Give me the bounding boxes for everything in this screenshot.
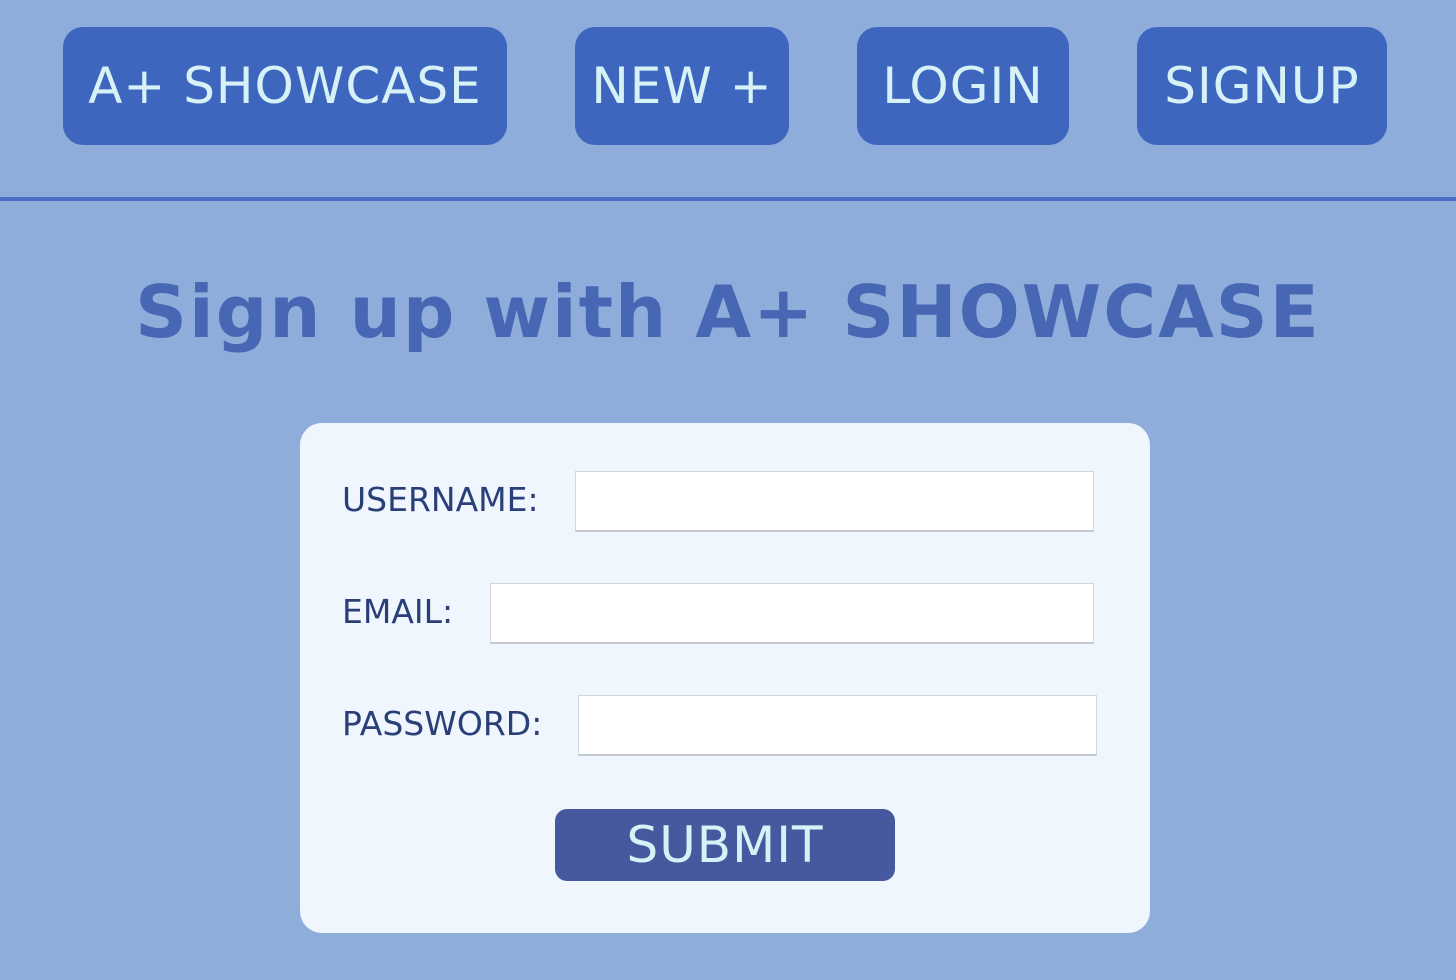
new-post-nav-button[interactable]: NEW + [575, 27, 789, 145]
home-nav-button[interactable]: A+ SHOWCASE [63, 27, 507, 145]
username-input[interactable] [575, 471, 1094, 532]
username-label: USERNAME: [342, 480, 539, 519]
submit-button[interactable]: SUBMIT [555, 809, 895, 881]
password-input[interactable] [578, 695, 1097, 756]
page-title: Sign up with A+ SHOWCASE [135, 270, 1321, 354]
nav-divider [0, 197, 1456, 201]
login-nav-button[interactable]: LOGIN [857, 27, 1069, 145]
email-input[interactable] [490, 583, 1094, 644]
signup-form: USERNAME: EMAIL: PASSWORD: SUBMIT [300, 423, 1150, 933]
signup-nav-button[interactable]: SIGNUP [1137, 27, 1387, 145]
email-label: EMAIL: [342, 592, 454, 631]
top-navigation: A+ SHOWCASE NEW + LOGIN SIGNUP [0, 0, 1456, 197]
password-label: PASSWORD: [342, 704, 543, 743]
